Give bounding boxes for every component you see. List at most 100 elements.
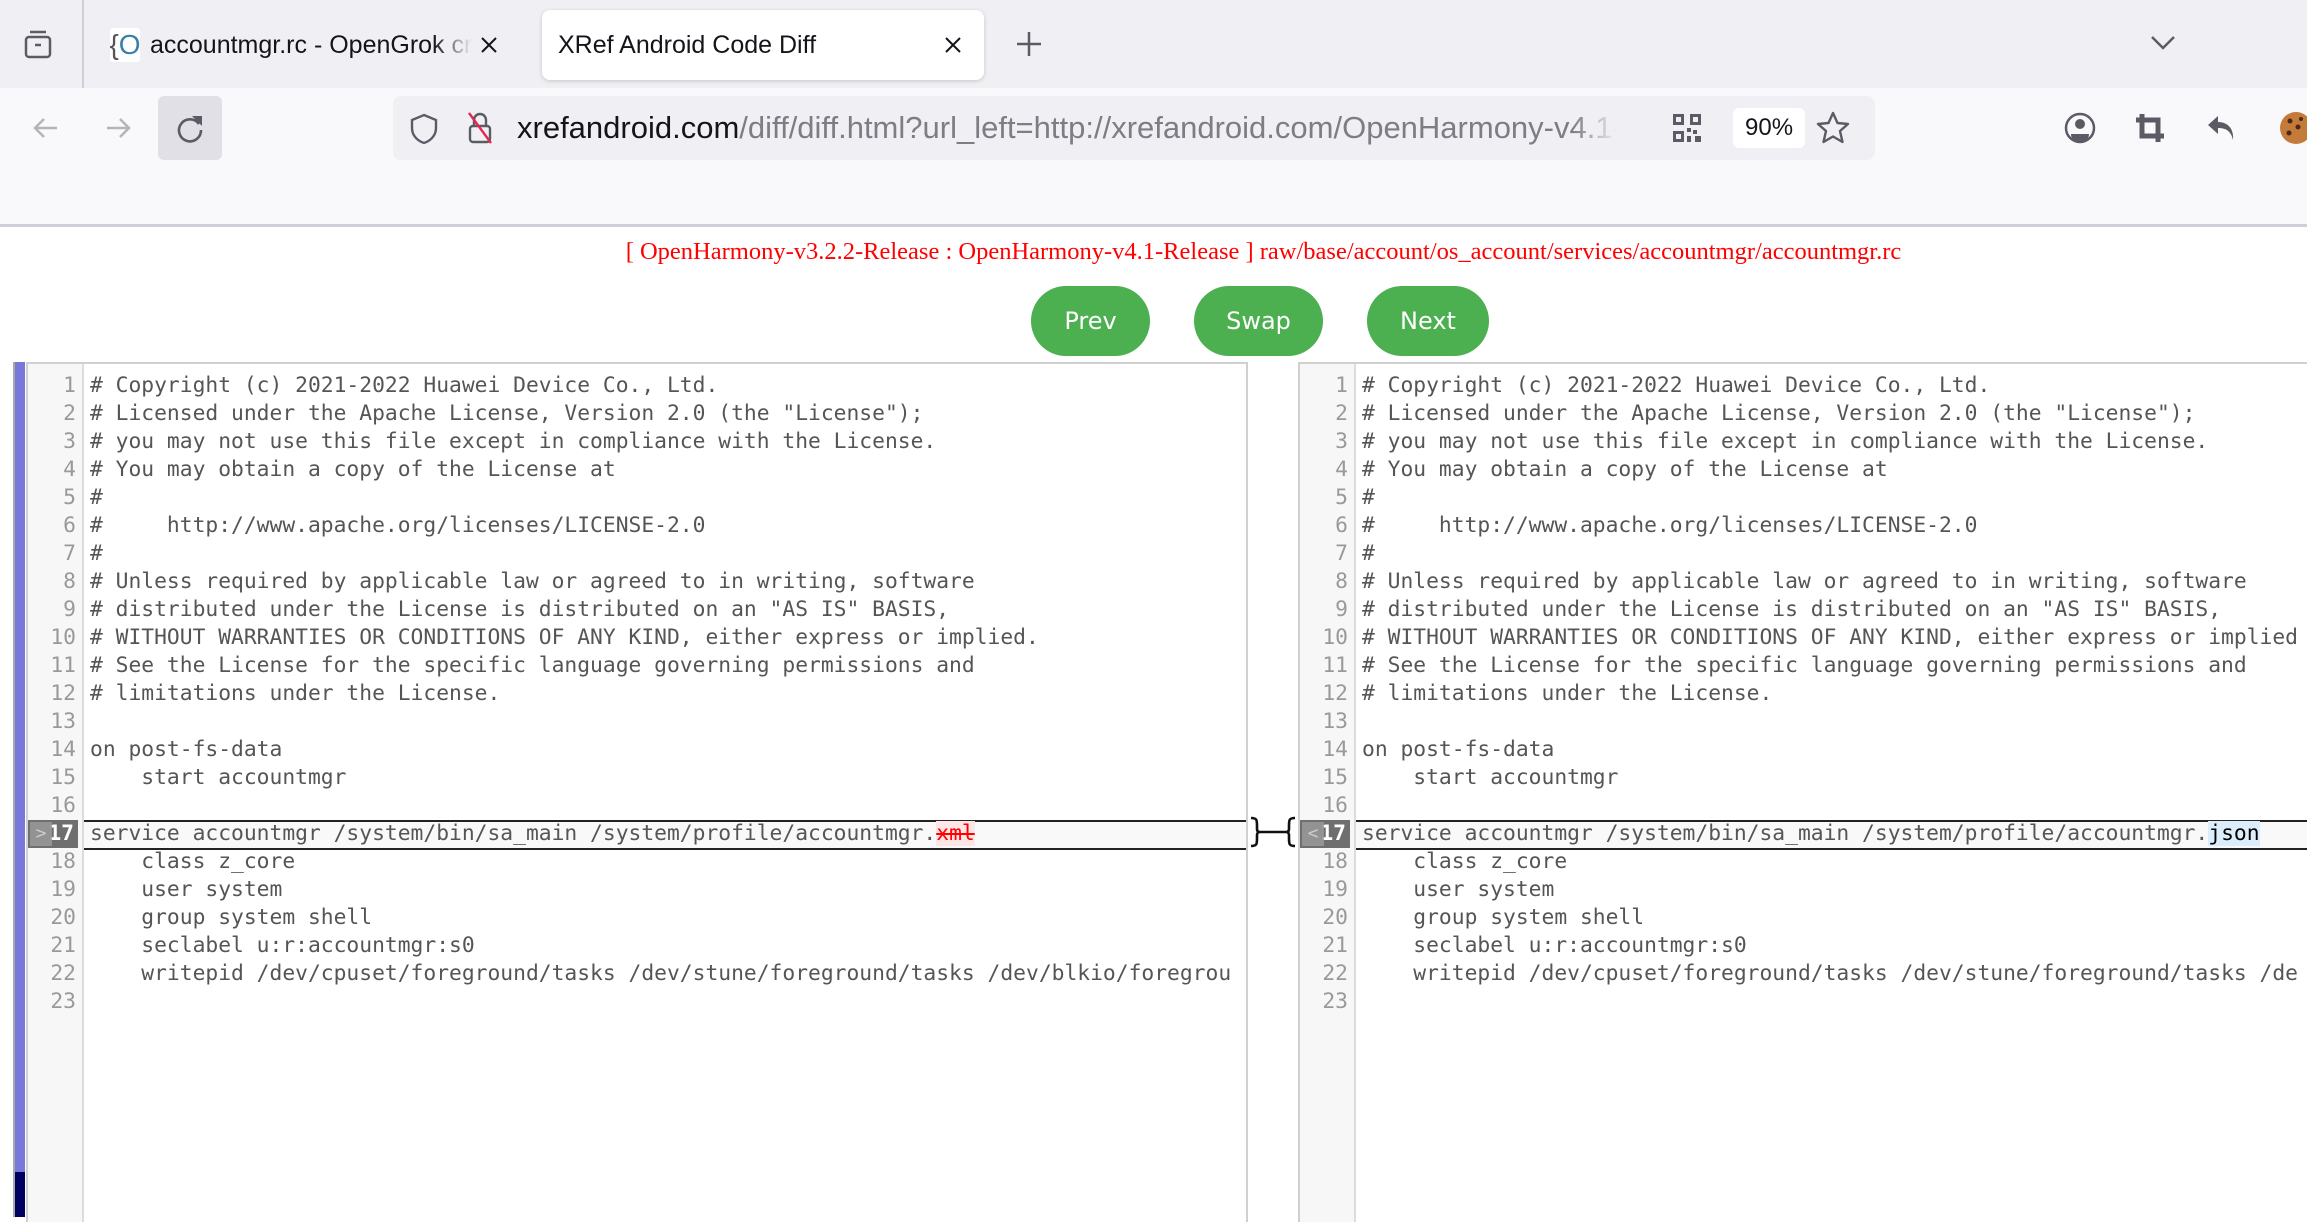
cookie-extension-icon[interactable]: [2278, 110, 2307, 146]
line-number[interactable]: 11: [1300, 652, 1348, 680]
swap-button[interactable]: Swap: [1194, 286, 1323, 356]
line-number[interactable]: 9: [1300, 596, 1348, 624]
code-line: 13: [28, 708, 1246, 736]
reload-button[interactable]: [158, 96, 222, 160]
diff-overview-scrollbar[interactable]: [13, 362, 25, 1217]
line-number[interactable]: 12: [1300, 680, 1348, 708]
line-number[interactable]: 5: [28, 484, 76, 512]
line-number[interactable]: 8: [28, 568, 76, 596]
merge-right-icon[interactable]: >: [30, 822, 52, 846]
line-number[interactable]: 9: [28, 596, 76, 624]
line-number[interactable]: 14: [1300, 736, 1348, 764]
close-icon[interactable]: [472, 28, 506, 62]
line-number[interactable]: 15: [1300, 764, 1348, 792]
line-number[interactable]: 22: [28, 960, 76, 988]
undo-arrow-icon[interactable]: [2204, 110, 2240, 146]
line-number[interactable]: 7: [1300, 540, 1348, 568]
url-path: /diff/diff.html?url_left=http://xrefandr…: [739, 110, 1617, 145]
line-number[interactable]: 18: [28, 848, 76, 876]
back-button[interactable]: [14, 96, 78, 160]
tab-separator: [82, 0, 84, 88]
qr-code-icon[interactable]: [1673, 114, 1701, 147]
line-text: # Licensed under the Apache License, Ver…: [90, 401, 924, 426]
line-number[interactable]: 10: [28, 624, 76, 652]
code-line: 11 # See the License for the specific lan…: [28, 652, 1246, 680]
line-number[interactable]: 1: [1300, 372, 1348, 400]
line-number[interactable]: 10: [1300, 624, 1348, 652]
line-number[interactable]: 18: [1300, 848, 1348, 876]
line-number[interactable]: 13: [1300, 708, 1348, 736]
screenshot-crop-icon[interactable]: [2132, 110, 2168, 146]
line-number[interactable]: 3: [1300, 428, 1348, 456]
line-number[interactable]: 16: [28, 792, 76, 820]
insecure-lock-icon[interactable]: [465, 110, 495, 151]
line-text: # distributed under the License is distr…: [1362, 597, 2222, 622]
code-lines: 1 # Copyright (c) 2021-2022 Huawei Device…: [28, 372, 1246, 1016]
tab-xref-diff[interactable]: XRef Android Code Diff: [542, 10, 984, 80]
line-number[interactable]: 15: [28, 764, 76, 792]
line-number[interactable]: 21: [1300, 932, 1348, 960]
line-text: on post-fs-data: [90, 737, 283, 762]
line-text: seclabel u:r:accountmgr:s0: [1362, 933, 1747, 958]
line-number[interactable]: 19: [28, 876, 76, 904]
line-number[interactable]: 20: [28, 904, 76, 932]
line-number[interactable]: 2: [1300, 400, 1348, 428]
bookmark-star-icon[interactable]: [1815, 110, 1851, 151]
line-number[interactable]: 21: [28, 932, 76, 960]
forward-button[interactable]: [86, 96, 150, 160]
chevron-down-icon[interactable]: [2148, 30, 2178, 54]
line-number[interactable]: 14: [28, 736, 76, 764]
line-number[interactable]: 22: [1300, 960, 1348, 988]
line-number[interactable]: 4: [1300, 456, 1348, 484]
code-line: 12 # limitations under the License.: [28, 680, 1246, 708]
code-line: 19 user system: [1300, 876, 2307, 904]
line-number[interactable]: 23: [1300, 988, 1348, 1016]
merge-left-icon[interactable]: <: [1302, 822, 1324, 846]
prev-button[interactable]: Prev: [1031, 286, 1150, 356]
line-number[interactable]: 2: [28, 400, 76, 428]
zoom-level-indicator[interactable]: 90%: [1733, 108, 1805, 148]
line-text: class z_core: [1362, 849, 1568, 874]
code-lines: 1 # Copyright (c) 2021-2022 Huawei Device…: [1300, 372, 2307, 1016]
arrow-left-icon: [33, 118, 57, 138]
url-text[interactable]: xrefandroid.com/diff/diff.html?url_left=…: [517, 106, 1617, 150]
line-number[interactable]: 7: [28, 540, 76, 568]
line-number[interactable]: 8: [1300, 568, 1348, 596]
close-icon[interactable]: [936, 28, 970, 62]
line-number[interactable]: 6: [1300, 512, 1348, 540]
address-bar[interactable]: xrefandroid.com/diff/diff.html?url_left=…: [393, 96, 1875, 160]
code-line: 18 class z_core: [28, 848, 1246, 876]
line-text: start accountmgr: [90, 765, 347, 790]
scroll-thumb[interactable]: [15, 1172, 25, 1217]
code-line: 6 # http://www.apache.org/licenses/LICENS…: [1300, 512, 2307, 540]
tab-title: accountmgr.rc - OpenGrok cross reference: [150, 30, 472, 59]
line-number[interactable]: 1: [28, 372, 76, 400]
line-number[interactable]: 6: [28, 512, 76, 540]
line-number[interactable]: 16: [1300, 792, 1348, 820]
code-line: 4 # You may obtain a copy of the License …: [28, 456, 1246, 484]
tab-opengrok[interactable]: {O accountmgr.rc - OpenGrok cross refere…: [100, 10, 520, 80]
code-line: 2 # Licensed under the Apache License, Ve…: [28, 400, 1246, 428]
line-number[interactable]: 11: [28, 652, 76, 680]
line-text: # WITHOUT WARRANTIES OR CONDITIONS OF AN…: [90, 625, 1039, 650]
line-number[interactable]: 5: [1300, 484, 1348, 512]
line-text: #: [90, 485, 103, 510]
line-text: # You may obtain a copy of the License a…: [1362, 457, 1888, 482]
line-number[interactable]: 13: [28, 708, 76, 736]
line-number[interactable]: 4: [28, 456, 76, 484]
line-number[interactable]: 12: [28, 680, 76, 708]
new-tab-icon[interactable]: [1012, 27, 1046, 61]
line-number[interactable]: 20: [1300, 904, 1348, 932]
account-icon[interactable]: [2062, 110, 2098, 146]
code-line: 8 # Unless required by applicable law or …: [1300, 568, 2307, 596]
line-number[interactable]: 3: [28, 428, 76, 456]
line-text: # WITHOUT WARRANTIES OR CONDITIONS OF AN…: [1362, 625, 2298, 650]
line-text: service accountmgr /system/bin/sa_main /…: [90, 821, 975, 846]
code-line: 6 # http://www.apache.org/licenses/LICENS…: [28, 512, 1246, 540]
line-number[interactable]: 19: [1300, 876, 1348, 904]
next-button[interactable]: Next: [1367, 286, 1489, 356]
line-text: # limitations under the License.: [90, 681, 501, 706]
tab-list-icon[interactable]: [22, 28, 54, 60]
shield-icon[interactable]: [409, 112, 439, 151]
line-number[interactable]: 23: [28, 988, 76, 1016]
